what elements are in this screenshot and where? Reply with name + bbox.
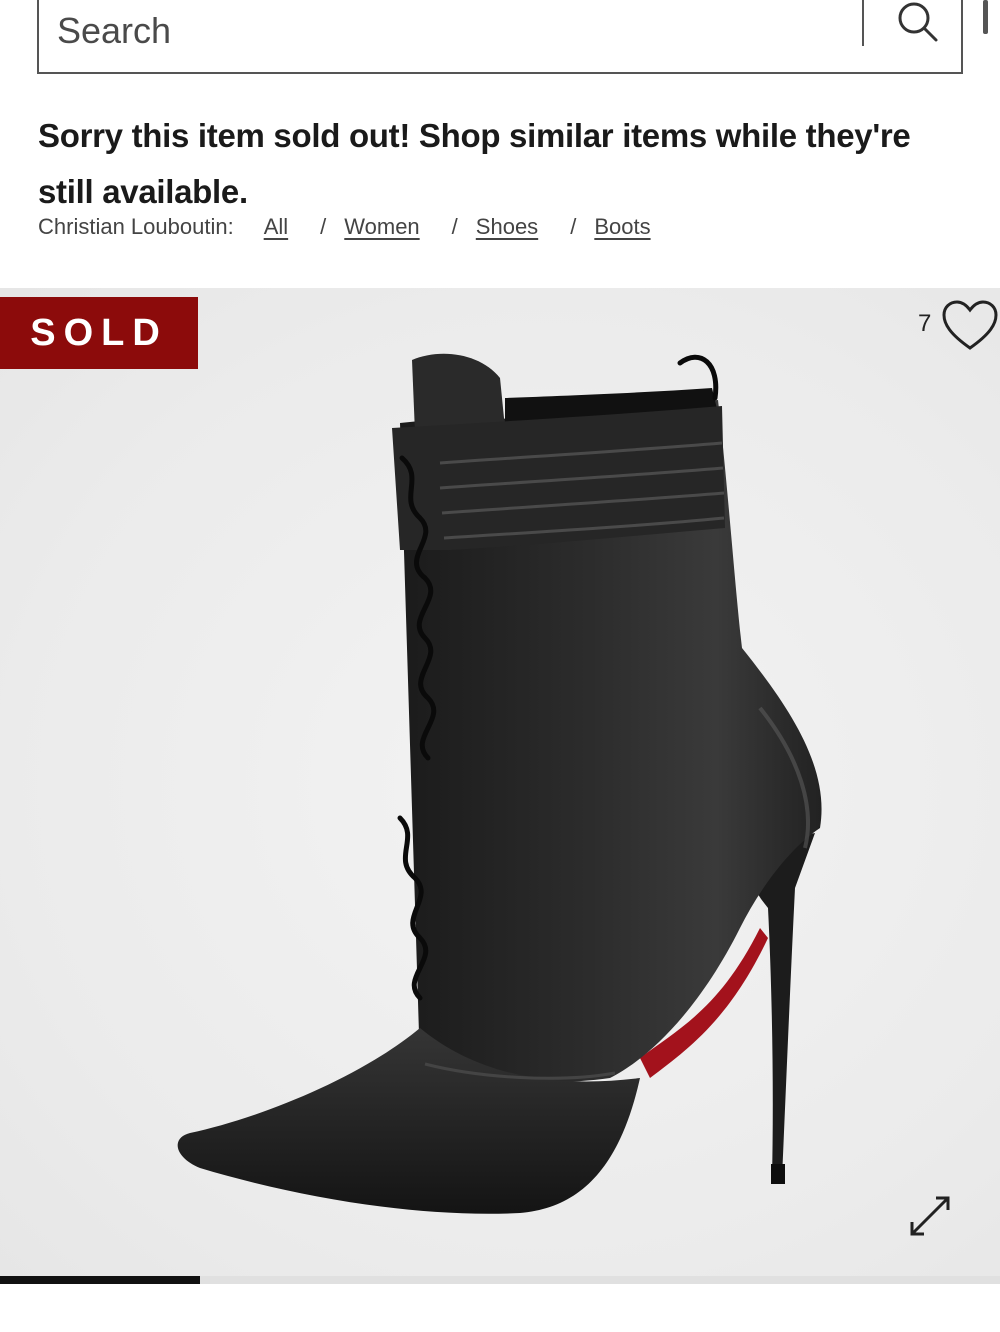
search-icon bbox=[898, 2, 938, 42]
breadcrumb-link-boots[interactable]: Boots bbox=[594, 214, 650, 240]
breadcrumb: Christian Louboutin: All / Women / Shoes… bbox=[38, 212, 651, 242]
breadcrumb-brand: Christian Louboutin: bbox=[38, 214, 234, 239]
expand-arrows-icon bbox=[910, 1196, 950, 1236]
search-button[interactable] bbox=[877, 0, 957, 52]
search-bar bbox=[37, 0, 963, 74]
search-input[interactable] bbox=[57, 2, 857, 60]
breadcrumb-separator: / bbox=[320, 214, 327, 239]
product-image-panel[interactable]: SOLD 7 bbox=[0, 288, 1000, 1284]
scroll-indicator bbox=[983, 0, 988, 34]
carousel-progress-track[interactable] bbox=[0, 1276, 1000, 1284]
expand-image-button[interactable] bbox=[900, 1186, 960, 1246]
heart-icon bbox=[942, 300, 998, 350]
breadcrumb-link-all[interactable]: All bbox=[264, 214, 288, 240]
search-divider bbox=[862, 0, 864, 46]
breadcrumb-separator: / bbox=[570, 214, 577, 239]
favorites-count: 7 bbox=[918, 310, 932, 337]
sold-out-message: Sorry this item sold out! Shop similar i… bbox=[38, 117, 911, 210]
carousel-progress-bar bbox=[0, 1276, 200, 1284]
breadcrumb-link-women[interactable]: Women bbox=[344, 214, 419, 240]
product-page: Sorry this item sold out! Shop similar i… bbox=[0, 0, 1000, 1332]
product-image-boot[interactable] bbox=[0, 288, 1000, 1284]
sold-status-badge: SOLD bbox=[0, 297, 198, 369]
breadcrumb-link-shoes[interactable]: Shoes bbox=[476, 214, 538, 240]
favorite-button[interactable] bbox=[940, 298, 1000, 354]
breadcrumb-separator: / bbox=[451, 214, 458, 239]
